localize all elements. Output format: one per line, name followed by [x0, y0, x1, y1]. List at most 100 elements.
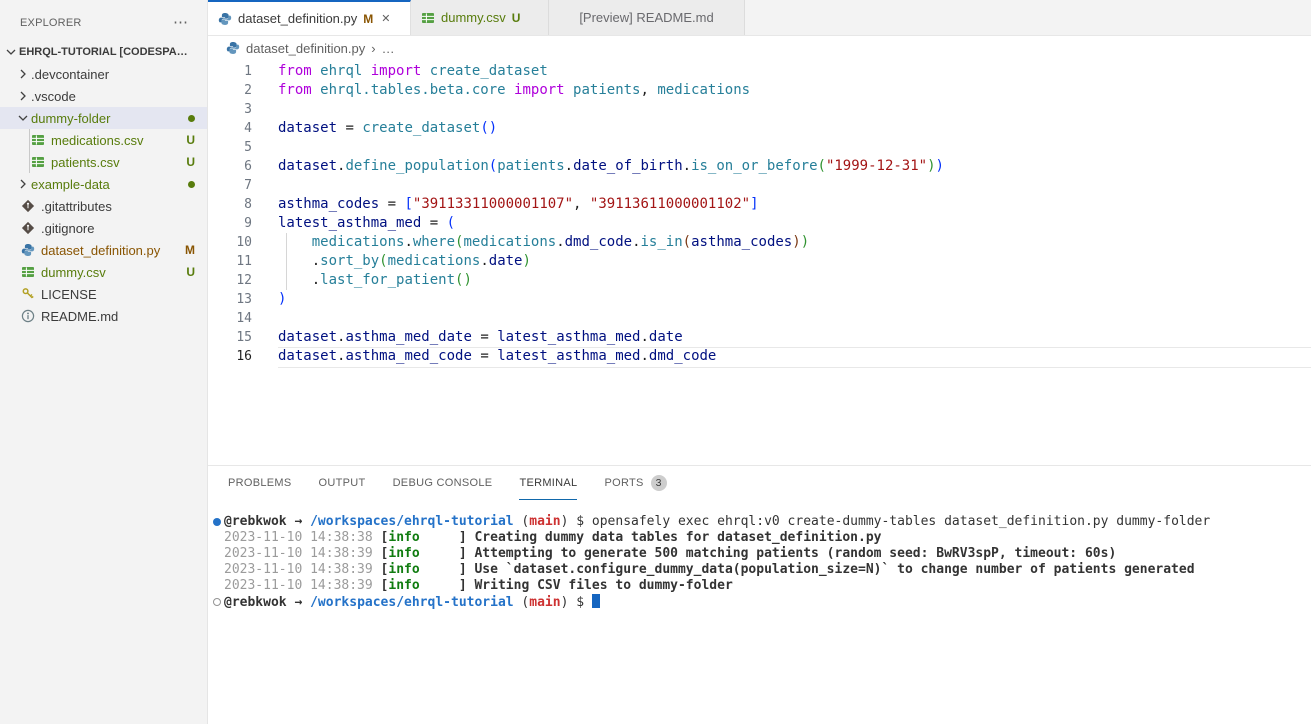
line-number: 13 — [208, 290, 252, 309]
git-icon — [20, 221, 36, 235]
file-tree: EHRQL-TUTORIAL [CODESPACES:... .devcontai… — [0, 41, 207, 327]
close-icon[interactable]: ✕ — [381, 12, 390, 25]
tab-label: dummy.csv — [441, 10, 506, 25]
tree-item-devcontainer[interactable]: .devcontainer — [0, 63, 207, 85]
code-line[interactable]: 7 — [208, 176, 1311, 195]
tree-item-label: dummy-folder — [31, 111, 182, 126]
csv-icon — [20, 265, 36, 279]
code-line-content[interactable]: medications.where(medications.dmd_code.i… — [252, 233, 1311, 252]
chevron-right-icon[interactable] — [15, 67, 31, 81]
panel-tab-label: PROBLEMS — [228, 477, 292, 489]
line-number: 7 — [208, 176, 252, 195]
code-line[interactable]: 4dataset = create_dataset() — [208, 119, 1311, 138]
terminal-command-decoration-icon[interactable] — [213, 598, 221, 606]
tab-preview-readme-md[interactable]: [Preview] README.md — [549, 0, 745, 35]
git-untracked-dot-badge — [188, 115, 195, 122]
line-number: 8 — [208, 195, 252, 214]
terminal[interactable]: @rebkwok → /workspaces/ehrql-tutorial (m… — [208, 514, 1311, 724]
code-line-content[interactable]: ) — [252, 290, 1311, 309]
line-number: 4 — [208, 119, 252, 138]
csv-icon — [421, 11, 435, 25]
code-line[interactable]: 15dataset.asthma_med_date = latest_asthm… — [208, 328, 1311, 347]
tree-item-readme-md[interactable]: README.md — [0, 305, 207, 327]
tree-item-dummy-folder[interactable]: dummy-folder — [0, 107, 207, 129]
line-number: 16 — [208, 347, 252, 366]
line-number: 3 — [208, 100, 252, 119]
code-line-content[interactable] — [252, 309, 1311, 328]
code-line[interactable]: 14 — [208, 309, 1311, 328]
code-line[interactable]: 1from ehrql import create_dataset — [208, 62, 1311, 81]
tree-item-dummy-csv[interactable]: dummy.csvU — [0, 261, 207, 283]
tab-git-status-badge: U — [512, 11, 521, 25]
panel-tab-terminal[interactable]: TERMINAL — [519, 466, 577, 500]
tree-item-medications-csv[interactable]: medications.csvU — [0, 129, 207, 151]
chevron-right-icon[interactable] — [15, 177, 31, 191]
code-line-content[interactable]: dataset = create_dataset() — [252, 119, 1311, 138]
code-line[interactable]: 13) — [208, 290, 1311, 309]
vscode-window: EXPLORER ⋯ EHRQL-TUTORIAL [CODESPACES:..… — [0, 0, 1311, 724]
code-line[interactable]: 3 — [208, 100, 1311, 119]
tab-label: [Preview] README.md — [579, 10, 713, 25]
tree-item-dataset-definition-py[interactable]: dataset_definition.pyM — [0, 239, 207, 261]
code-line-content[interactable] — [252, 100, 1311, 119]
line-number: 6 — [208, 157, 252, 176]
code-line-content[interactable]: .sort_by(medications.date) — [252, 252, 1311, 271]
code-line-content[interactable]: asthma_codes = ["39113311000001107", "39… — [252, 195, 1311, 214]
terminal-command-decoration-icon[interactable] — [213, 518, 221, 526]
code-line-content[interactable]: from ehrql.tables.beta.core import patie… — [252, 81, 1311, 100]
code-line[interactable]: 12 .last_for_patient() — [208, 271, 1311, 290]
code-line-content[interactable] — [252, 138, 1311, 157]
tab-dummy-csv[interactable]: dummy.csv U — [411, 0, 549, 35]
explorer-more-actions-icon[interactable]: ⋯ — [173, 18, 189, 28]
tree-item-label: .gitattributes — [41, 199, 195, 214]
tree-item-gitignore[interactable]: .gitignore — [0, 217, 207, 239]
explorer-sidebar: EXPLORER ⋯ EHRQL-TUTORIAL [CODESPACES:..… — [0, 0, 208, 724]
tree-item-label: EHRQL-TUTORIAL [CODESPACES:... — [19, 46, 195, 58]
code-line[interactable]: 10 medications.where(medications.dmd_cod… — [208, 233, 1311, 252]
breadcrumb-file[interactable]: dataset_definition.py — [246, 41, 365, 56]
csv-icon — [30, 133, 46, 147]
code-line[interactable]: 8asthma_codes = ["39113311000001107", "3… — [208, 195, 1311, 214]
tab-git-status-badge: M — [363, 12, 373, 26]
code-line-content[interactable]: dataset.asthma_med_code = latest_asthma_… — [252, 347, 1311, 366]
chevron-right-icon[interactable] — [15, 89, 31, 103]
editor-group: dataset_definition.py M ✕ dummy.csv U [Previe… — [208, 0, 1311, 724]
code-line-content[interactable]: from ehrql import create_dataset — [252, 62, 1311, 81]
panel-tab-debug-console[interactable]: DEBUG CONSOLE — [393, 466, 493, 500]
tree-item-vscode[interactable]: .vscode — [0, 85, 207, 107]
terminal-line: @rebkwok → /workspaces/ehrql-tutorial (m… — [208, 514, 1311, 530]
code-line-content[interactable]: dataset.define_population(patients.date_… — [252, 157, 1311, 176]
panel-tab-problems[interactable]: PROBLEMS — [228, 466, 292, 500]
panel-tab-ports[interactable]: PORTS3 — [604, 466, 666, 500]
line-number: 9 — [208, 214, 252, 233]
git-untracked-dot-badge — [188, 181, 195, 188]
code-line-content[interactable] — [252, 176, 1311, 195]
tree-item-example-data[interactable]: example-data — [0, 173, 207, 195]
code-line[interactable]: 11 .sort_by(medications.date) — [208, 252, 1311, 271]
git-status-badge: M — [185, 243, 195, 257]
breadcrumb-symbol[interactable]: … — [382, 41, 395, 56]
panel-tab-output[interactable]: OUTPUT — [319, 466, 366, 500]
tree-root-ehrql-tutorial-codespaces[interactable]: EHRQL-TUTORIAL [CODESPACES:... — [0, 41, 207, 63]
code-line-content[interactable]: .last_for_patient() — [252, 271, 1311, 290]
tree-item-patients-csv[interactable]: patients.csvU — [0, 151, 207, 173]
code-line[interactable]: 6dataset.define_population(patients.date… — [208, 157, 1311, 176]
line-number: 10 — [208, 233, 252, 252]
terminal-line: 2023-11-10 14:38:39 [info ] Attempting t… — [208, 546, 1311, 562]
chevron-down-icon[interactable] — [3, 45, 19, 59]
tree-item-license[interactable]: LICENSE — [0, 283, 207, 305]
code-line[interactable]: 2from ehrql.tables.beta.core import pati… — [208, 81, 1311, 100]
code-line-content[interactable]: dataset.asthma_med_date = latest_asthma_… — [252, 328, 1311, 347]
tree-item-label: patients.csv — [51, 155, 180, 170]
code-line[interactable]: 16dataset.asthma_med_code = latest_asthm… — [208, 347, 1311, 366]
tree-item-gitattributes[interactable]: .gitattributes — [0, 195, 207, 217]
code-line[interactable]: 5 — [208, 138, 1311, 157]
git-status-badge: U — [186, 133, 195, 147]
chevron-down-icon[interactable] — [15, 111, 31, 125]
code-editor[interactable]: 1from ehrql import create_dataset2from e… — [208, 60, 1311, 466]
code-line[interactable]: 9latest_asthma_med = ( — [208, 214, 1311, 233]
code-line-content[interactable]: latest_asthma_med = ( — [252, 214, 1311, 233]
git-status-badge: U — [186, 265, 195, 279]
panel-tab-bar: PROBLEMS OUTPUT DEBUG CONSOLE TERMINAL PORTS… — [208, 466, 1311, 500]
tab-dataset-definition-py[interactable]: dataset_definition.pyM✕ — [208, 0, 411, 35]
